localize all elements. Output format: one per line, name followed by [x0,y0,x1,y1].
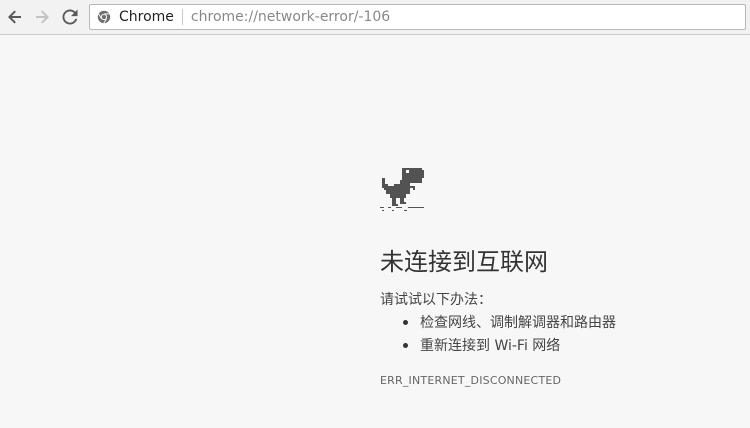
suggestions-list: 检查网线、调制解调器和路由器 重新连接到 Wi-Fi 网络 [380,312,616,358]
reload-button[interactable] [59,6,81,28]
suggestions-heading: 请试试以下办法： [380,292,492,308]
back-button[interactable] [4,6,26,28]
reload-icon [62,9,78,25]
url-text[interactable]: chrome://network-error/-106 [191,9,390,25]
browser-toolbar: Chrome chrome://network-error/-106 [0,0,750,35]
chrome-logo-icon [97,10,111,24]
omnibox-separator [181,9,183,25]
forward-arrow-icon [36,10,49,24]
error-code: ERR_INTERNET_DISCONNECTED [380,374,562,387]
back-arrow-icon [8,10,21,24]
address-bar[interactable]: Chrome chrome://network-error/-106 [89,4,746,30]
omnibox-scheme-label: Chrome [119,9,174,25]
offline-dinosaur-icon [380,168,424,211]
suggestion-item: 检查网线、调制解调器和路由器 [380,312,616,335]
forward-button[interactable] [31,6,53,28]
suggestion-item: 重新连接到 Wi-Fi 网络 [380,335,616,358]
error-title: 未连接到互联网 [380,248,548,276]
